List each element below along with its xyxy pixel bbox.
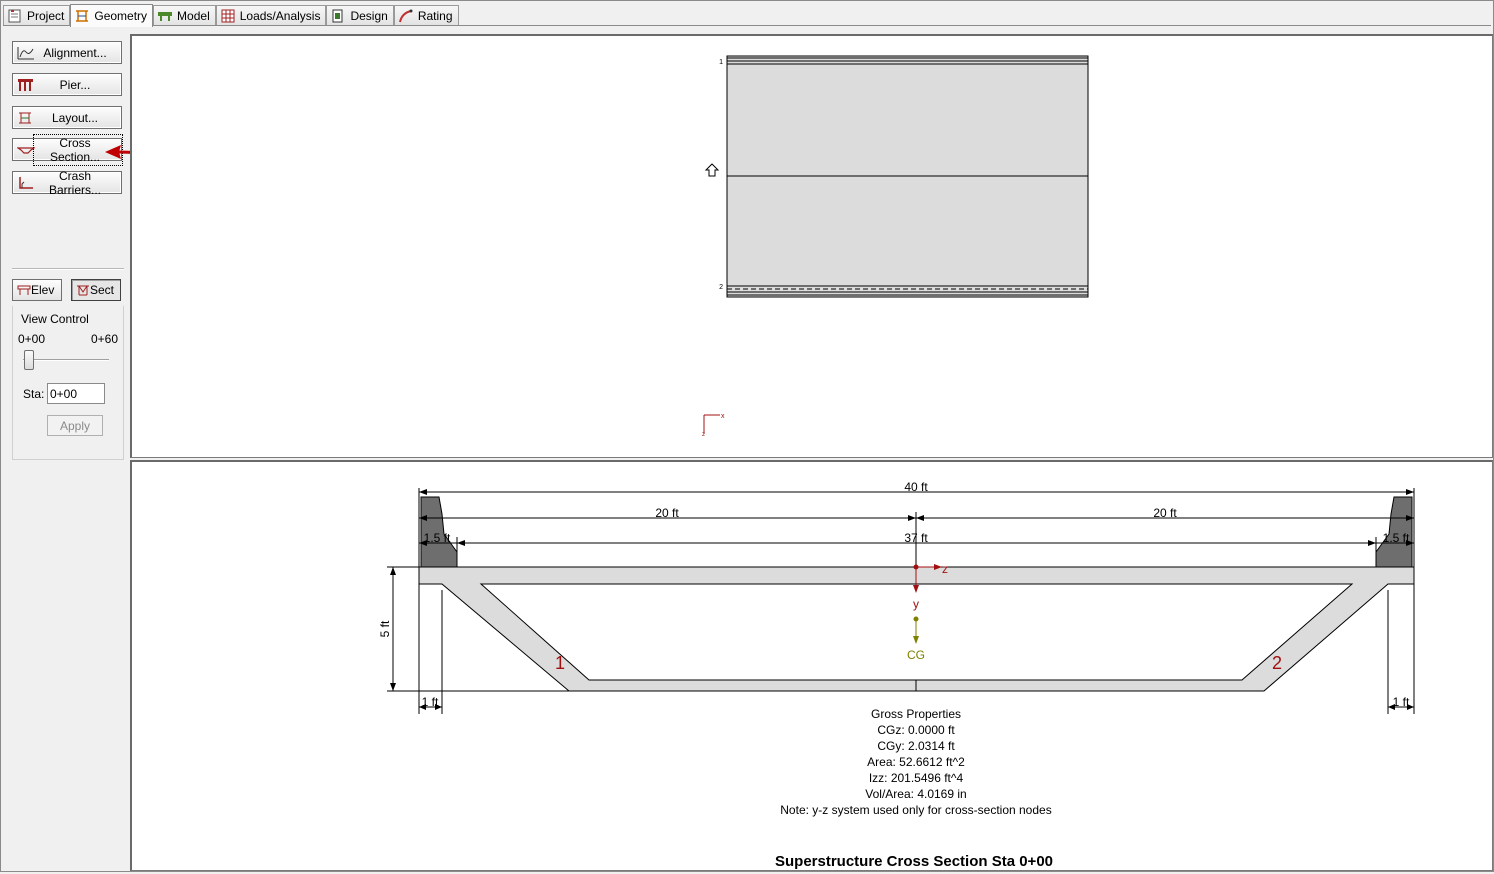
dim-overhang-right: 1 ft (1393, 695, 1410, 709)
view-control-group: View Control 0+00 0+60 Sta: Apply (12, 306, 124, 460)
loads-icon (221, 9, 235, 23)
tab-label: Loads/Analysis (239, 9, 321, 23)
web-label-2: 2 (1272, 653, 1282, 673)
layout-icon (19, 112, 31, 123)
dim-clear-width: 37 ft (904, 531, 928, 545)
station-input[interactable] (47, 383, 105, 404)
station-label: Sta: (23, 387, 45, 401)
dim-half-left: 20 ft (655, 506, 679, 520)
axis-origin-icon (703, 414, 720, 434)
crash-barriers-label: Crash Barriers... (48, 168, 101, 197)
tab-strip: Project Geometry Model Loads/Analysis De… (3, 4, 459, 27)
view-control-title: View Control (21, 312, 89, 326)
alignment-icon (17, 46, 34, 59)
geometry-icon (76, 10, 89, 22)
line-label: 2 (719, 284, 723, 291)
tab-model[interactable]: Model (153, 5, 216, 26)
design-icon (332, 9, 343, 23)
cg-label: CG (907, 648, 925, 662)
tab-label: Design (350, 9, 388, 23)
line-label: 1 (719, 59, 723, 66)
property-izz: Izz: 201.5496 ft^4 (869, 771, 964, 785)
alignment-button[interactable]: Alignment... (12, 41, 122, 64)
pier-icon (18, 78, 33, 91)
station-slider-thumb[interactable] (24, 350, 34, 370)
dim-barrier-left: 1.5 ft (424, 531, 451, 545)
plan-view-drawing: 1 2 x z (702, 55, 1089, 438)
web-label-1: 1 (555, 653, 565, 673)
tab-design[interactable]: Design (326, 5, 394, 26)
tab-project[interactable]: Project (3, 5, 71, 26)
layout-label: Layout... (51, 110, 99, 125)
pier-button[interactable]: Pier... (12, 73, 122, 96)
rating-icon (398, 9, 413, 23)
dim-total-width: 40 ft (904, 480, 928, 494)
station-range-min: 0+00 (18, 332, 46, 346)
crash-barriers-button[interactable]: Crash Barriers... (12, 168, 122, 197)
properties-note: Note: y-z system used only for cross-sec… (780, 803, 1051, 817)
cross-section-title: Superstructure Cross Section Sta 0+00 (775, 853, 1053, 870)
properties-heading: Gross Properties (871, 707, 961, 721)
tab-label: Geometry (94, 9, 148, 23)
sidebar-divider (12, 268, 124, 270)
tab-underline (3, 25, 1491, 26)
north-arrow-icon (704, 163, 720, 177)
elevation-icon (17, 285, 31, 295)
dim-overhang-left: 1 ft (422, 695, 439, 709)
project-icon (8, 9, 21, 23)
cross-section-view-pane[interactable]: 40 ft 20 ft 20 ft 1.5 ft 37 ft 1.5 ft 5 … (130, 460, 1493, 871)
axis-z-label: z (942, 562, 948, 576)
model-icon (158, 12, 173, 21)
elevation-view-button[interactable]: Elev (12, 279, 62, 301)
dim-barrier-right: 1.5 ft (1383, 531, 1410, 545)
svg-text:z: z (702, 432, 705, 438)
pier-label: Pier... (59, 77, 91, 92)
section-icon (77, 285, 89, 296)
crash-barrier-icon (19, 176, 33, 189)
section-view-button[interactable]: Sect (71, 279, 121, 301)
axis-y-label: y (913, 597, 919, 611)
tab-rating[interactable]: Rating (393, 5, 459, 26)
alignment-label: Alignment... (43, 45, 107, 60)
tab-loads-analysis[interactable]: Loads/Analysis (215, 5, 327, 26)
dim-depth: 5 ft (378, 620, 392, 637)
apply-button[interactable]: Apply (47, 415, 103, 436)
tab-label: Model (177, 9, 210, 23)
station-range-max: 0+60 (90, 332, 118, 346)
application-window: Project Geometry Model Loads/Analysis De… (0, 0, 1494, 872)
tab-label: Project (27, 9, 65, 23)
axis-x-label: x (721, 413, 725, 420)
elev-label: Elev (31, 283, 55, 297)
dim-half-right: 20 ft (1153, 506, 1177, 520)
station-slider-track[interactable] (23, 359, 109, 361)
sect-label: Sect (90, 283, 115, 297)
property-vol-area: Vol/Area: 4.0169 in (865, 787, 966, 801)
tab-label: Rating (417, 9, 453, 23)
property-area: Area: 52.6612 ft^2 (867, 755, 965, 769)
property-cgz: CGz: 0.0000 ft (877, 723, 955, 737)
tab-geometry[interactable]: Geometry (70, 4, 154, 27)
geometry-sidebar: Alignment... Pier... Layout... Cross Sec… (8, 32, 126, 462)
property-cgy: CGy: 2.0314 ft (877, 739, 955, 753)
cross-section-drawing: 40 ft 20 ft 20 ft 1.5 ft 37 ft 1.5 ft 5 … (378, 480, 1415, 870)
cross-section-icon (17, 146, 35, 154)
plan-view-pane[interactable]: 1 2 x z (130, 34, 1493, 458)
layout-button[interactable]: Layout... (12, 106, 122, 129)
